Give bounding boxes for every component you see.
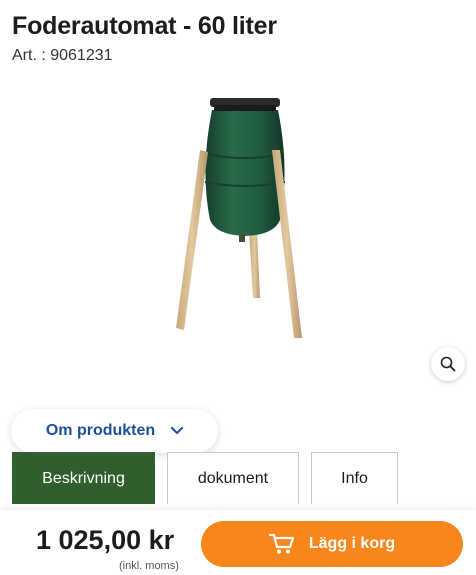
front-left-leg xyxy=(176,150,208,330)
zoom-button[interactable] xyxy=(431,347,465,381)
tab-description[interactable]: Beskrivning xyxy=(12,452,155,504)
add-to-cart-label: Lägg i korg xyxy=(308,535,396,552)
vat-note: (inkl. moms) xyxy=(119,560,179,572)
product-title: Foderautomat - 60 liter xyxy=(12,12,277,40)
product-tabs: Beskrivning dokument Info xyxy=(12,452,476,507)
back-leg xyxy=(249,230,260,298)
feed-spout xyxy=(239,234,245,242)
product-page: Foderautomat - 60 liter Art. : 9061231 O… xyxy=(0,0,476,575)
chevron-down-icon xyxy=(171,427,184,434)
purchase-bar: 1 025,00 kr (inkl. moms) Lägg i korg xyxy=(0,510,476,575)
product-price: 1 025,00 kr xyxy=(36,525,175,555)
cart-icon xyxy=(268,533,294,554)
magnifier-icon xyxy=(440,356,456,372)
article-number: Art. : 9061231 xyxy=(12,47,113,64)
front-right-leg xyxy=(272,150,302,338)
tab-info[interactable]: Info xyxy=(311,452,398,504)
feeder-barrel-illustration xyxy=(176,98,302,338)
add-to-cart-button[interactable]: Lägg i korg xyxy=(201,521,463,567)
about-product-button[interactable]: Om produkten xyxy=(11,409,218,453)
tab-documents[interactable]: dokument xyxy=(167,452,299,504)
barrel-lid-rim xyxy=(214,105,276,111)
about-product-label: Om produkten xyxy=(45,422,156,439)
barrel xyxy=(205,110,285,236)
product-image[interactable] xyxy=(160,90,320,345)
